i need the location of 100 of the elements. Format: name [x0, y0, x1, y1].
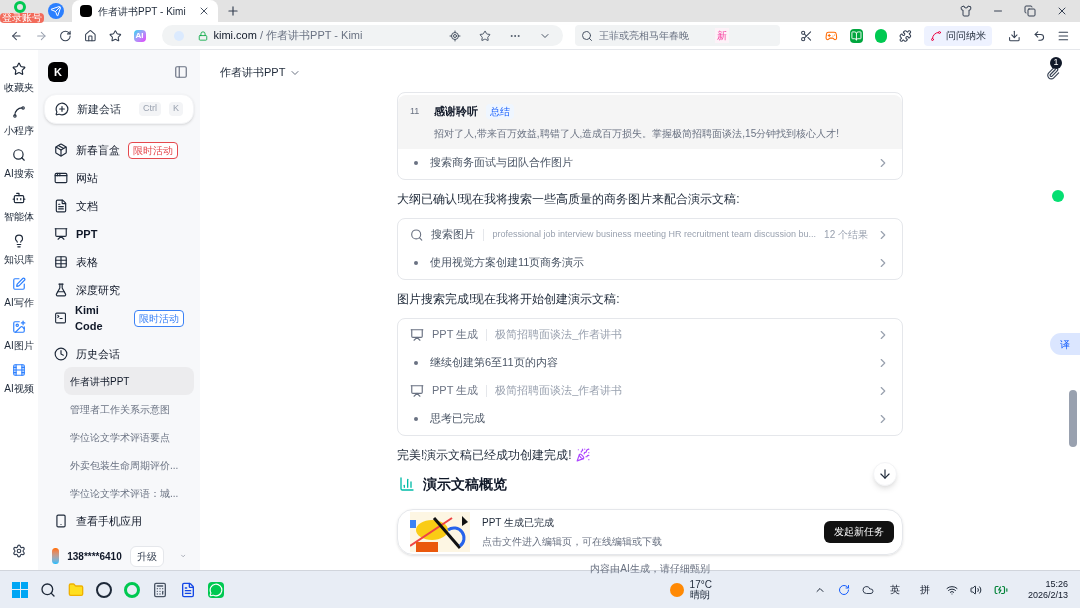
nav-icon[interactable]: [54, 171, 68, 186]
rail-label[interactable]: AI视频: [4, 381, 34, 396]
avatar[interactable]: [52, 548, 60, 565]
rail-label[interactable]: AI写作: [4, 295, 34, 310]
bookmark-icon[interactable]: [108, 28, 122, 43]
extension-button[interactable]: 问问纳米: [923, 25, 992, 46]
sidebar-item[interactable]: 网站: [76, 170, 98, 187]
chat-title[interactable]: 作者讲书PPT: [220, 64, 286, 81]
step-row[interactable]: 继续创建第6至11页的内容: [398, 348, 902, 377]
rail-icon[interactable]: [12, 191, 26, 205]
mobile-app-link[interactable]: 查看手机应用: [76, 512, 142, 530]
new-task-button[interactable]: 发起新任务: [824, 520, 894, 543]
rail-icon[interactable]: [12, 105, 26, 119]
translate-button[interactable]: 译: [1050, 333, 1080, 355]
sidebar-item[interactable]: 深度研究: [76, 282, 120, 299]
weather-widget[interactable]: 17°C 晴朗: [669, 579, 712, 600]
sync-icon[interactable]: [837, 583, 850, 596]
rail-icon[interactable]: [12, 234, 26, 248]
step-row[interactable]: 思考已完成: [398, 404, 902, 433]
nav-icon[interactable]: [54, 283, 68, 298]
sidebar-item[interactable]: 文档: [76, 198, 98, 215]
home-icon[interactable]: [84, 28, 97, 43]
skin-icon[interactable]: [960, 5, 972, 17]
rail-label[interactable]: 小程序: [4, 123, 34, 138]
history-item[interactable]: 作者讲书PPT: [64, 367, 194, 396]
history-item[interactable]: 学位论文学术评语要点: [64, 423, 194, 452]
nav-icon[interactable]: [54, 255, 68, 270]
scroll-down-button[interactable]: [873, 462, 897, 486]
scissors-icon[interactable]: [800, 28, 813, 43]
sidebar-item[interactable]: 表格: [76, 254, 98, 271]
presentation-icon: [410, 327, 424, 342]
download-icon[interactable]: [1007, 28, 1021, 43]
close-icon[interactable]: [198, 5, 210, 17]
bullet-icon: [414, 416, 418, 421]
address-bar[interactable]: kimi.com / 作者讲书PPT - Kimi: [161, 25, 563, 46]
kimi-logo[interactable]: K: [48, 62, 68, 82]
result-title: PPT 生成已完成: [482, 515, 556, 530]
puzzle-icon[interactable]: [899, 28, 912, 43]
new-chat-button[interactable]: 新建会话 Ctrl K: [44, 94, 194, 125]
step-row[interactable]: 使用视觉方案创建11页商务演示: [398, 248, 902, 277]
restore-icon[interactable]: [1024, 5, 1036, 17]
step-label: 继续创建第6至11页的内容: [430, 355, 559, 371]
history-item[interactable]: 学位论文学术评语：城...: [64, 479, 194, 508]
calculator-icon[interactable]: [152, 581, 168, 598]
slide-tag: 总结: [486, 103, 514, 119]
rail-label[interactable]: AI图片: [4, 338, 34, 353]
lock-icon: [197, 30, 208, 41]
upgrade-button[interactable]: 升级: [129, 545, 164, 567]
reload-icon[interactable]: [59, 28, 73, 43]
sidebar-item[interactable]: 新春盲盒: [76, 142, 120, 159]
settings-icon[interactable]: [12, 544, 26, 558]
nav-icon[interactable]: [54, 227, 68, 242]
clock[interactable]: 15:26 2026/2/13: [1027, 578, 1068, 601]
result-card[interactable]: PPT 生成已完成 点击文件进入编辑页，可在线编辑或下载 发起新任务: [397, 508, 903, 555]
history-item[interactable]: 管理者工作关系示意图: [64, 395, 194, 424]
input-method-indicator[interactable]: 英: [889, 582, 900, 597]
cloud-icon[interactable]: [861, 583, 874, 596]
scrollbar[interactable]: [1069, 390, 1077, 447]
rail-icon[interactable]: [12, 62, 26, 76]
step-row[interactable]: 搜索商务面试与团队合作图片: [398, 148, 902, 177]
nav-icon[interactable]: [54, 311, 68, 326]
document-icon[interactable]: [180, 581, 196, 598]
location-icon[interactable]: [448, 29, 461, 42]
new-tab-icon[interactable]: [226, 4, 240, 18]
disclaimer: 内容由AI生成，请仔细甄别: [589, 561, 711, 576]
attachment-icon[interactable]: [1046, 65, 1060, 80]
step-label: 思考已完成: [430, 411, 486, 427]
wifi-icon[interactable]: [945, 583, 958, 596]
sidebar-item[interactable]: Kimi Code: [75, 301, 126, 335]
search-icon: [410, 227, 424, 242]
search-input[interactable]: 王菲或亮相马年春晚: [598, 28, 709, 43]
sidebar-toggle-icon[interactable]: [174, 65, 188, 79]
search-step-row[interactable]: 搜索图片 professional job interview business meeting HR recruitment team discussion bu... 12 个结果: [398, 220, 902, 249]
search-icon[interactable]: [40, 581, 56, 598]
slide-title: 感谢聆听: [434, 104, 478, 119]
volume-icon[interactable]: [969, 583, 982, 596]
rail-label[interactable]: 知识库: [4, 252, 34, 267]
nav-icon[interactable]: [54, 199, 68, 214]
nav-icon[interactable]: [54, 143, 68, 158]
ppt-step-row[interactable]: PPT 生成 极简招聘面谈法_作者讲书: [398, 320, 902, 349]
undo-icon[interactable]: [1032, 28, 1046, 43]
message-text: 完美!演示文稿已经成功创建完成!: [397, 446, 572, 464]
ppt-step-row[interactable]: PPT 生成 极简招聘面谈法_作者讲书: [398, 376, 902, 405]
bullet-icon: [414, 160, 418, 165]
phone-icon[interactable]: [54, 514, 68, 529]
book-icon[interactable]: [849, 28, 863, 43]
party-popper-icon: [575, 447, 590, 462]
history-item[interactable]: 外卖包装生命周期评价...: [64, 451, 194, 480]
sidebar-item[interactable]: PPT: [76, 226, 98, 243]
rail-icon[interactable]: [12, 148, 26, 162]
browser-tab[interactable]: 作者讲书PPT - Kimi: [72, 0, 218, 22]
favorite-icon[interactable]: [478, 29, 491, 42]
send-icon[interactable]: [48, 3, 64, 19]
close-window-icon[interactable]: [1056, 5, 1068, 17]
rail-label[interactable]: 智能体: [4, 209, 34, 224]
result-count: 12 个结果: [824, 228, 868, 242]
start-icon[interactable]: [12, 581, 28, 598]
rail-label[interactable]: AI搜索: [4, 166, 34, 181]
rail-label[interactable]: 收藏夹: [4, 80, 34, 95]
input-method-indicator[interactable]: 拼: [919, 582, 930, 597]
